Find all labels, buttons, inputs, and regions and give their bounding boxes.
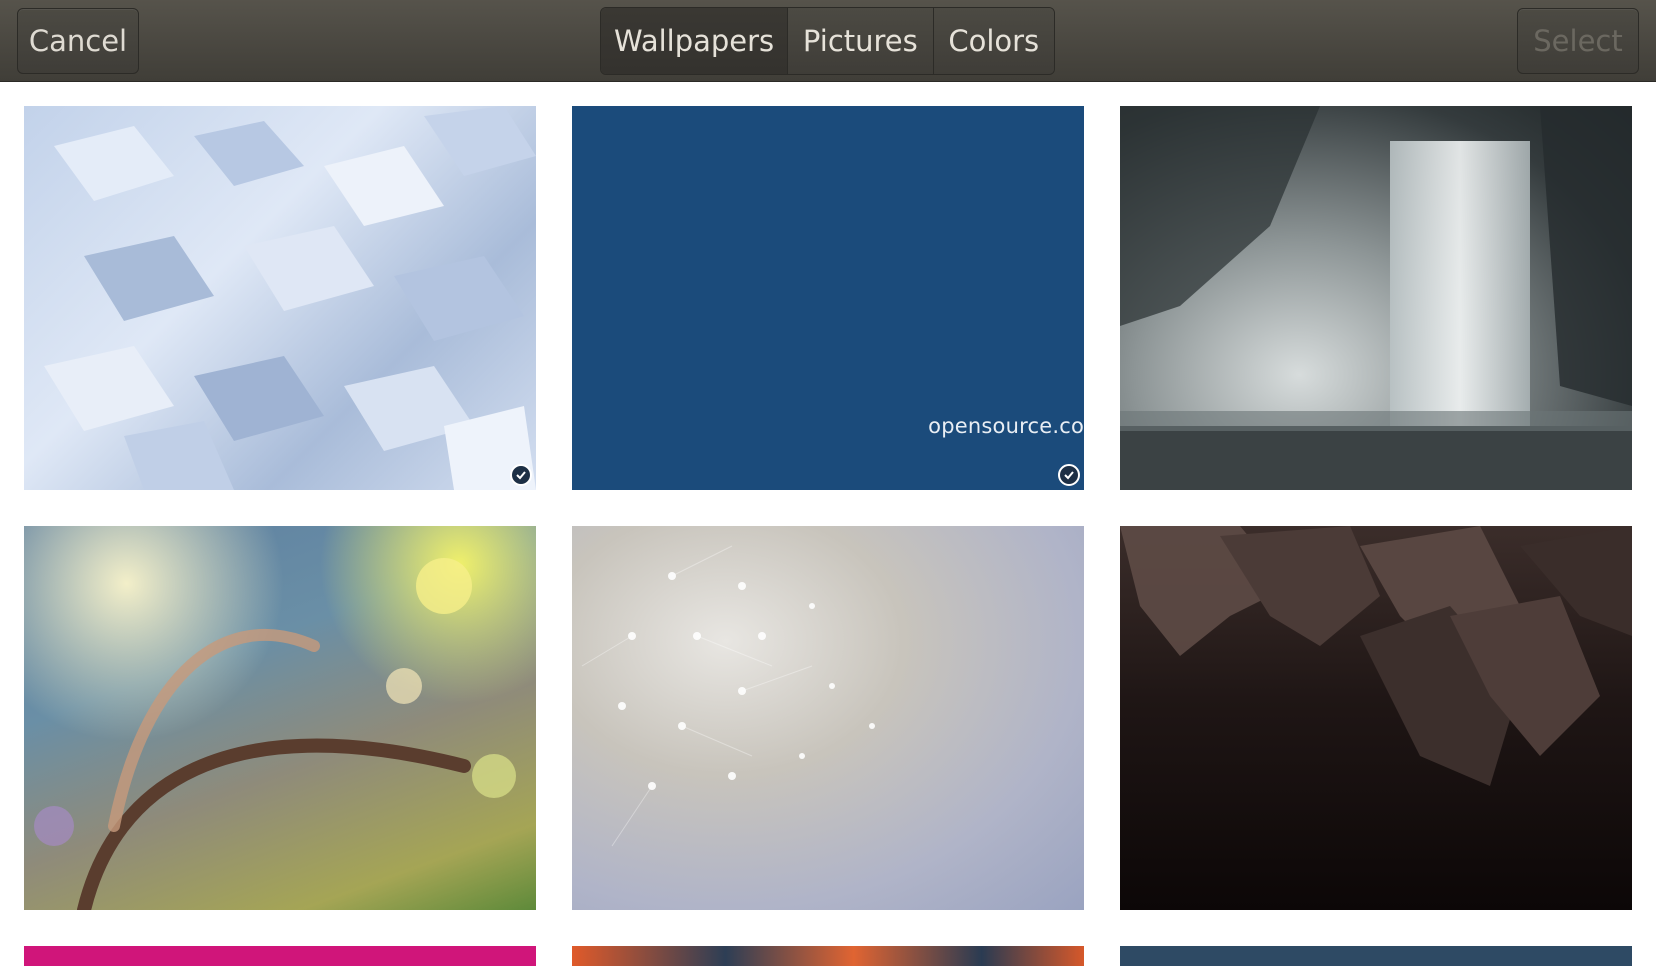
wallpaper-thumbnail-magenta[interactable] [24,946,536,966]
leaves-artwork [1120,526,1632,786]
cancel-button[interactable]: Cancel [17,8,139,74]
wallpaper-thumbnail-geometric-cubes[interactable] [24,106,536,490]
wallpaper-thumbnail-dandelion[interactable] [572,526,1084,910]
select-button[interactable]: Select [1517,8,1639,74]
wallpaper-thumbnail-orange-flowers[interactable] [572,946,1084,966]
opensource-watermark: opensource.co [928,414,1084,438]
wallpaper-thumbnail-opensource[interactable]: opensource.co [572,106,1084,490]
source-tabs: Wallpapers Pictures Colors [600,7,1055,75]
grass-artwork [34,558,516,910]
tab-colors[interactable]: Colors [933,8,1054,74]
wallpaper-thumbnail-dark-leaves[interactable] [1120,526,1632,910]
header-bar: Cancel Wallpapers Pictures Colors Select [0,0,1656,82]
wallpaper-thumbnail-grass[interactable] [24,526,536,910]
selected-check-icon [1058,464,1080,486]
waterfall-artwork [1120,106,1632,490]
dandelion-artwork [581,545,875,847]
wallpaper-thumbnail-dark-blue[interactable] [1120,946,1632,966]
tab-pictures[interactable]: Pictures [788,8,934,74]
wallpaper-thumbnail-waterfall[interactable] [1120,106,1632,490]
cubes-artwork [44,106,536,490]
tab-wallpapers[interactable]: Wallpapers [601,8,789,74]
selected-check-icon [510,464,532,486]
